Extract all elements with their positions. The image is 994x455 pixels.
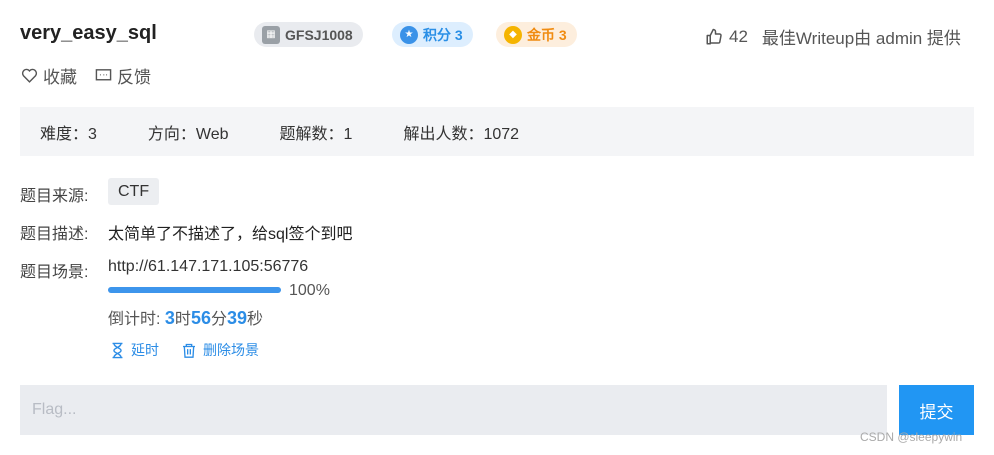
favorite-button[interactable]: 收藏 xyxy=(21,63,77,88)
flag-input[interactable] xyxy=(20,385,887,435)
trash-icon xyxy=(183,343,195,358)
heart-icon xyxy=(21,68,38,83)
writeup-credit[interactable]: 最佳Writeup由 admin 提供 xyxy=(762,24,961,49)
description-text: 太简单了不描述了，给sql签个到吧 xyxy=(108,226,353,243)
hourglass-icon xyxy=(112,342,123,358)
progress-fill xyxy=(108,287,281,293)
description-label: 题目描述: xyxy=(20,226,89,243)
likes-area: 42 最佳Writeup由 admin 提供 xyxy=(705,24,961,49)
progress-percent: 100% xyxy=(289,282,330,299)
challenge-id-badge: ▦ GFSJ1008 xyxy=(254,22,363,47)
star-icon: ★ xyxy=(400,25,418,44)
score-label: 积分 3 xyxy=(423,26,463,43)
scene-progress-bar xyxy=(108,287,281,293)
hours-unit: 时 xyxy=(174,311,191,328)
feedback-button[interactable]: 反馈 xyxy=(95,63,151,88)
thumbs-up-icon[interactable] xyxy=(705,28,723,46)
challenge-id: GFSJ1008 xyxy=(285,26,353,43)
coin-label: 金币 3 xyxy=(527,26,567,43)
coin-badge: ◆ 金币 3 xyxy=(496,22,577,47)
score-badge: ★ 积分 3 xyxy=(392,22,473,47)
countdown-seconds: 39 xyxy=(226,308,248,328)
message-icon xyxy=(95,69,112,81)
countdown-minutes: 56 xyxy=(190,308,211,328)
solvers-stat: 解出人数：1072 xyxy=(403,125,520,143)
scene-url[interactable]: http://61.147.171.105:56776 xyxy=(108,258,308,276)
scene-operations: 延时 删除场景 xyxy=(110,340,259,360)
challenge-title: very_easy_sql xyxy=(20,22,157,44)
direction-stat: 方向：Web xyxy=(147,125,229,143)
delete-scene-button[interactable]: 删除场景 xyxy=(181,340,259,360)
watermark: CSDN @sleepywin xyxy=(860,430,963,444)
extend-button[interactable]: 延时 xyxy=(110,340,159,360)
challenge-actions: 收藏 反馈 xyxy=(21,63,151,88)
submit-button[interactable]: 提交 xyxy=(899,385,974,435)
countdown-prefix: 倒计时: xyxy=(108,311,165,328)
delete-scene-label: 删除场景 xyxy=(203,342,259,358)
coin-icon: ◆ xyxy=(504,25,522,44)
solve-count-stat: 题解数：1 xyxy=(279,125,353,143)
challenge-avatar-icon: ▦ xyxy=(262,25,280,44)
countdown: 倒计时: 3时56分39秒 xyxy=(108,305,263,329)
stats-bar: 难度：3 方向：Web 题解数：1 解出人数：1072 xyxy=(20,107,974,156)
extend-label: 延时 xyxy=(131,342,159,358)
like-count: 42 xyxy=(729,26,748,46)
seconds-unit: 秒 xyxy=(247,311,264,328)
difficulty-stat: 难度：3 xyxy=(40,125,97,143)
scene-label: 题目场景: xyxy=(20,264,89,281)
feedback-label: 反馈 xyxy=(117,68,151,87)
minutes-unit: 分 xyxy=(210,311,227,328)
source-tag: CTF xyxy=(108,178,160,205)
favorite-label: 收藏 xyxy=(43,68,77,87)
countdown-hours: 3 xyxy=(164,308,175,328)
source-label: 题目来源: xyxy=(20,188,89,205)
